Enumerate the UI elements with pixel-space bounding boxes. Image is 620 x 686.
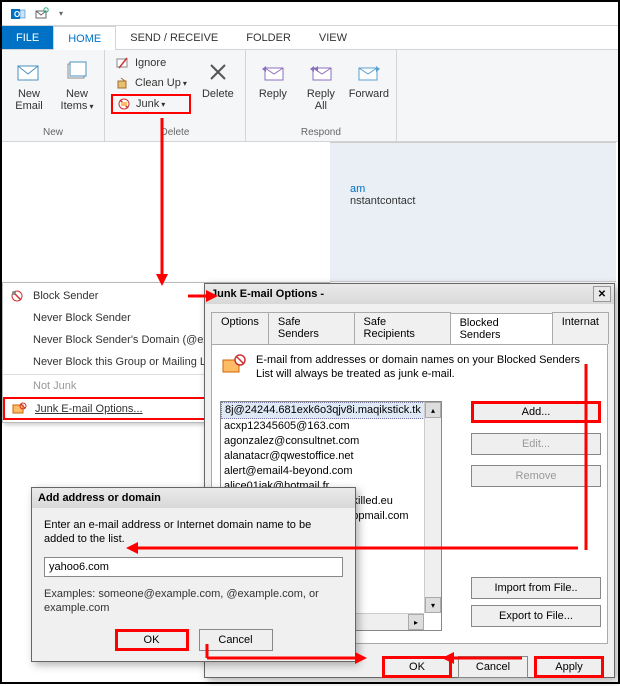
ribbon: New Email New Items▾ New Ignore Clean Up… xyxy=(2,50,618,142)
junk-ok-button[interactable]: OK xyxy=(382,656,452,678)
junk-cancel-button[interactable]: Cancel xyxy=(458,656,528,678)
new-items-label: New Items▾ xyxy=(61,88,94,112)
add-dialog-titlebar: Add address or domain xyxy=(32,488,355,508)
tab-home[interactable]: HOME xyxy=(53,26,116,50)
tab-options[interactable]: Options xyxy=(211,312,269,344)
ignore-button[interactable]: Ignore xyxy=(111,54,191,72)
preview-line1: am xyxy=(350,183,596,195)
menu-never-block-group-label: Never Block this Group or Mailing List xyxy=(33,356,217,368)
junk-dialog-title: Junk E-mail Options - xyxy=(211,288,324,300)
remove-button: Remove xyxy=(471,465,601,487)
junk-dialog-tabs: Options Safe Senders Safe Recipients Blo… xyxy=(211,312,608,344)
reply-all-button[interactable]: Reply All xyxy=(300,54,342,112)
list-item[interactable]: acxp12345605@163.com xyxy=(221,419,441,434)
block-sender-icon xyxy=(9,288,25,304)
junk-label: Junk▾ xyxy=(136,98,165,110)
group-respond-label: Respond xyxy=(252,125,390,141)
group-respond: Reply Reply All Forward Respond xyxy=(246,50,397,141)
menu-never-block-sender-label: Never Block Sender xyxy=(33,312,131,324)
tab-international[interactable]: Internat xyxy=(552,312,609,344)
new-items-button[interactable]: New Items▾ xyxy=(56,54,98,112)
new-email-label: New Email xyxy=(15,88,43,112)
inbox-preview: am nstantcontact xyxy=(330,142,616,282)
new-items-icon xyxy=(61,58,93,86)
add-address-dialog: Add address or domain Enter an e-mail ad… xyxy=(31,487,356,662)
group-delete-label: Delete xyxy=(111,125,239,141)
reply-all-label: Reply All xyxy=(307,88,335,112)
junk-icon xyxy=(116,96,132,112)
add-cancel-button[interactable]: Cancel xyxy=(199,629,273,651)
qat-send-receive-icon[interactable] xyxy=(31,4,53,24)
delete-label: Delete xyxy=(202,88,234,100)
junk-apply-button[interactable]: Apply xyxy=(534,656,604,678)
tab-safe-senders[interactable]: Safe Senders xyxy=(268,312,355,344)
junk-options-icon xyxy=(11,401,27,417)
tab-safe-recipients[interactable]: Safe Recipients xyxy=(354,312,451,344)
add-dialog-title: Add address or domain xyxy=(38,492,161,504)
tab-folder[interactable]: FOLDER xyxy=(232,26,305,49)
tab-file[interactable]: FILE xyxy=(2,26,53,49)
tab-send-receive[interactable]: SEND / RECEIVE xyxy=(116,26,232,49)
add-ok-button[interactable]: OK xyxy=(115,629,189,651)
list-item[interactable]: agonzalez@consultnet.com xyxy=(221,434,441,449)
blocked-senders-info: E-mail from addresses or domain names on… xyxy=(256,353,599,382)
forward-button[interactable]: Forward xyxy=(348,54,390,100)
cleanup-button[interactable]: Clean Up▾ xyxy=(111,74,191,92)
titlebar: O ▾ xyxy=(2,2,618,26)
reply-button[interactable]: Reply xyxy=(252,54,294,100)
cleanup-icon xyxy=(115,75,131,91)
new-email-icon xyxy=(13,58,45,86)
delete-icon xyxy=(202,58,234,86)
ignore-icon xyxy=(115,55,131,71)
qat-dropdown-icon[interactable]: ▾ xyxy=(55,4,67,24)
outlook-icon: O xyxy=(7,4,29,24)
edit-button: Edit... xyxy=(471,433,601,455)
tab-blocked-senders[interactable]: Blocked Senders xyxy=(450,313,553,345)
junk-dialog-close-button[interactable]: ✕ xyxy=(593,286,611,302)
junk-button[interactable]: Junk▾ xyxy=(111,94,191,114)
group-delete: Ignore Clean Up▾ Junk▾ Delete Delete xyxy=(105,50,246,141)
add-button[interactable]: Add... xyxy=(471,401,601,423)
reply-icon xyxy=(257,58,289,86)
blocked-senders-icon xyxy=(220,353,248,377)
group-new-label: New xyxy=(8,125,98,141)
junk-dialog-titlebar: Junk E-mail Options - ✕ xyxy=(205,284,614,304)
delete-button[interactable]: Delete xyxy=(197,54,239,100)
export-button[interactable]: Export to File... xyxy=(471,605,601,627)
add-dialog-intro: Enter an e-mail address or Internet doma… xyxy=(44,518,343,547)
preview-line2: nstantcontact xyxy=(350,195,596,207)
menu-junk-options-label: Junk E-mail Options... xyxy=(35,403,143,415)
reply-all-icon xyxy=(305,58,337,86)
tab-view[interactable]: VIEW xyxy=(305,26,361,49)
import-button[interactable]: Import from File.. xyxy=(471,577,601,599)
cleanup-label: Clean Up▾ xyxy=(135,77,187,89)
ignore-label: Ignore xyxy=(135,57,166,69)
annotation-arrow-1 xyxy=(154,118,170,289)
menu-not-junk-label: Not Junk xyxy=(33,380,76,392)
forward-label: Forward xyxy=(349,88,389,100)
forward-icon xyxy=(353,58,385,86)
ribbon-tabs: FILE HOME SEND / RECEIVE FOLDER VIEW xyxy=(2,26,618,50)
reply-label: Reply xyxy=(259,88,287,100)
list-item[interactable]: alanatacr@qwestoffice.net xyxy=(221,449,441,464)
new-email-button[interactable]: New Email xyxy=(8,54,50,112)
address-input[interactable] xyxy=(44,557,343,577)
add-dialog-footer: OK Cancel xyxy=(32,625,355,661)
list-item[interactable]: 8j@24244.681exk6o3qjv8i.maqikstick.tk xyxy=(221,402,441,419)
list-scrollbar-v[interactable]: ▴▾ xyxy=(424,402,441,613)
add-dialog-examples: Examples: someone@example.com, @example.… xyxy=(44,587,343,616)
menu-block-sender-label: Block Sender xyxy=(33,290,98,302)
svg-text:O: O xyxy=(14,10,20,19)
list-item[interactable]: alert@email4-beyond.com xyxy=(221,464,441,479)
group-new: New Email New Items▾ New xyxy=(2,50,105,141)
